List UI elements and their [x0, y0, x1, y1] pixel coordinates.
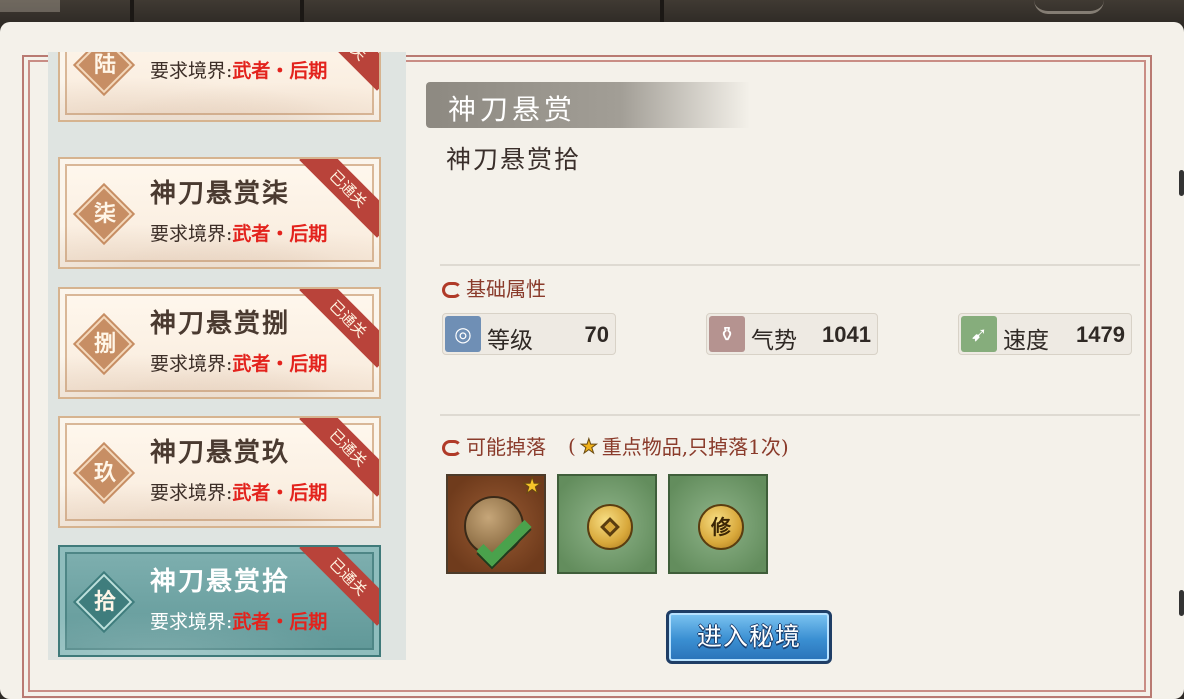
background-eave: [1034, 0, 1104, 14]
stat-value: 1041: [822, 322, 871, 347]
stage-number: 捌: [93, 331, 116, 357]
level-icon: ◎: [445, 316, 481, 352]
scroll-cloud-icon: [440, 437, 462, 456]
panel-title: 神刀悬赏: [448, 93, 577, 126]
stage-list[interactable]: 陆 要求境界:武者・后期 已通关 柒 神刀悬赏柒 要求境界:武者・后期 已通关 …: [48, 52, 406, 660]
selected-stage-name: 神刀悬赏拾: [446, 145, 582, 174]
background-post: [130, 0, 134, 22]
enter-secret-realm-button[interactable]: 进入秘境: [666, 610, 832, 664]
stat-label: 气势: [751, 328, 797, 354]
panel-title-banner: 神刀悬赏: [426, 82, 750, 128]
stage-title: 神刀悬赏玖: [150, 438, 291, 468]
drop-item-rare[interactable]: ★: [446, 474, 546, 574]
stat-level: ◎ 等级 70: [442, 313, 616, 355]
stage-requirement: 要求境界:武者・后期: [150, 478, 327, 505]
star-icon: ★: [579, 433, 598, 458]
stage-number: 拾: [93, 589, 116, 615]
stage-title: 神刀悬赏柒: [150, 179, 291, 209]
stat-label: 速度: [1003, 328, 1049, 354]
stage-requirement: 要求境界:武者・后期: [150, 56, 327, 83]
stage-title: 神刀悬赏拾: [150, 567, 291, 597]
requirement-label: 要求境界:: [150, 60, 233, 82]
copper-coin-icon: [587, 504, 633, 550]
scroll-cloud-icon: [440, 279, 462, 298]
stage-requirement: 要求境界:武者・后期: [150, 349, 327, 376]
background-decoration: [0, 0, 60, 12]
drops-section-title: 可能掉落 (★ 重点物品,只掉落1次): [440, 431, 789, 460]
stat-value: 70: [584, 322, 609, 347]
stage-card-9[interactable]: 玖 神刀悬赏玖 要求境界:武者・后期 已通关: [58, 416, 381, 528]
side-tab: [1179, 170, 1184, 196]
attributes-section-title: 基础属性: [440, 273, 546, 302]
section-divider: [440, 414, 1140, 416]
stat-momentum: ⚱ 气势 1041: [706, 313, 878, 355]
stage-number: 玖: [93, 460, 116, 486]
requirement-label: 要求境界:: [150, 223, 233, 245]
stat-label: 等级: [487, 328, 533, 354]
stage-number: 柒: [93, 201, 116, 227]
drops-note-open: (: [568, 433, 576, 458]
stage-title: 神刀悬赏捌: [150, 309, 291, 339]
requirement-label: 要求境界:: [150, 482, 233, 504]
requirement-realm: 武者・后期: [232, 611, 328, 633]
attributes-heading: 基础属性: [466, 277, 546, 301]
stat-value: 1479: [1076, 322, 1125, 347]
stat-speed: ➹ 速度 1479: [958, 313, 1132, 355]
requirement-realm: 武者・后期: [232, 353, 328, 375]
stage-card-7[interactable]: 柒 神刀悬赏柒 要求境界:武者・后期 已通关: [58, 157, 381, 269]
cultivation-coin-icon: 修: [698, 504, 744, 550]
stage-requirement: 要求境界:武者・后期: [150, 607, 327, 634]
drop-item-copper-coin[interactable]: [557, 474, 657, 574]
drops-heading: 可能掉落: [466, 435, 546, 459]
section-divider: [440, 264, 1140, 266]
drops-note: 重点物品,只掉落1次): [601, 435, 789, 459]
stage-requirement: 要求境界:武者・后期: [150, 219, 327, 246]
momentum-icon: ⚱: [709, 316, 745, 352]
drop-item-cultivation-coin[interactable]: 修: [668, 474, 768, 574]
requirement-realm: 武者・后期: [232, 60, 328, 82]
background-post: [300, 0, 304, 22]
coin-glyph: 修: [711, 515, 731, 539]
star-icon: ★: [522, 474, 543, 500]
side-tab: [1179, 590, 1184, 616]
background-post: [660, 0, 664, 22]
speed-icon: ➹: [961, 316, 997, 352]
stage-number: 陆: [93, 52, 116, 78]
requirement-realm: 武者・后期: [232, 482, 328, 504]
requirement-realm: 武者・后期: [232, 223, 328, 245]
stage-card-6[interactable]: 陆 要求境界:武者・后期 已通关: [58, 52, 381, 122]
requirement-label: 要求境界:: [150, 353, 233, 375]
stage-card-8[interactable]: 捌 神刀悬赏捌 要求境界:武者・后期 已通关: [58, 287, 381, 399]
coin-hole: [600, 517, 620, 537]
stage-card-10-selected[interactable]: 拾 神刀悬赏拾 要求境界:武者・后期 已通关: [58, 545, 381, 657]
requirement-label: 要求境界:: [150, 611, 233, 633]
